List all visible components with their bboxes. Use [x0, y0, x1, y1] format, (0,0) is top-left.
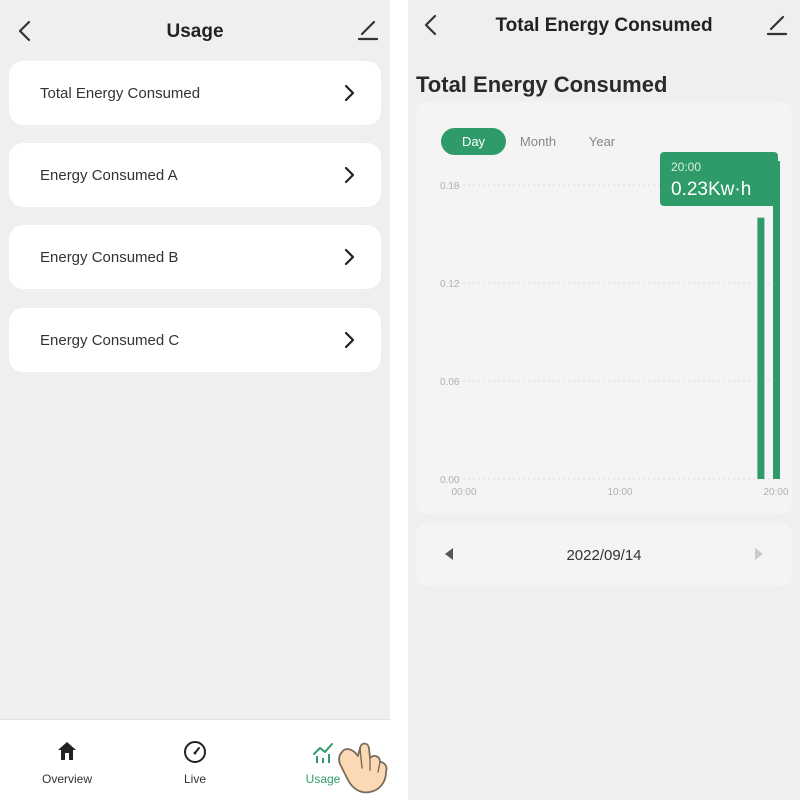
- tab-label: Live: [183, 772, 206, 786]
- tab-live[interactable]: Live: [140, 720, 250, 800]
- page-title: Total Energy Consumed: [416, 72, 668, 97]
- x-tick-label: 00:00: [451, 487, 476, 498]
- chevron-right-icon: [344, 166, 355, 184]
- energy-bar-chart: 0.00 0.06 0.12 0.18 00:00 10:00 20:00 20:00 0.23…: [440, 152, 789, 498]
- y-tick-label: 0.18: [440, 181, 460, 192]
- date-navigator: 2022/09/14: [416, 523, 792, 587]
- usage-chart-icon: [313, 743, 333, 763]
- detail-header: Total Energy Consumed: [408, 0, 800, 60]
- list-item-label: Energy Consumed C: [40, 332, 180, 349]
- next-date-arrow-icon[interactable]: [754, 547, 764, 561]
- edit-pencil-icon[interactable]: [765, 11, 789, 37]
- y-tick-label: 0.06: [440, 377, 460, 388]
- chevron-right-icon: [344, 331, 355, 349]
- chevron-right-icon: [344, 84, 355, 102]
- page-title: Usage: [166, 21, 224, 42]
- usage-screen: Usage Total Energy Consumed Energy Consu…: [0, 0, 390, 800]
- edit-pencil-icon[interactable]: [356, 16, 380, 42]
- chevron-right-icon: [344, 248, 355, 266]
- tap-hand-icon: [338, 742, 388, 794]
- chart-bar: [757, 217, 765, 479]
- gauge-icon: [184, 741, 206, 763]
- bottom-tab-bar: Overview Live Usage: [0, 719, 390, 800]
- list-item-total-energy[interactable]: Total Energy Consumed: [9, 61, 381, 125]
- list-item-label: Total Energy Consumed: [40, 85, 201, 102]
- tooltip-value: 0.23Kw·h: [671, 179, 751, 200]
- usage-header: Usage: [0, 0, 390, 60]
- list-item-energy-b[interactable]: Energy Consumed B: [9, 225, 381, 289]
- y-tick-label: 0.12: [440, 279, 460, 290]
- x-tick-label: 20:00: [763, 487, 788, 498]
- y-tick-label: 0.00: [440, 475, 460, 486]
- header-title: Total Energy Consumed: [495, 15, 713, 36]
- chart-bar: [773, 161, 780, 479]
- list-item-label: Energy Consumed A: [40, 167, 178, 184]
- selected-date: 2022/09/14: [566, 547, 642, 564]
- list-item-energy-c[interactable]: Energy Consumed C: [9, 308, 381, 372]
- energy-detail-screen: Total Energy Consumed Total Energy Consu…: [408, 0, 800, 800]
- list-item-label: Energy Consumed B: [40, 249, 179, 266]
- list-item-energy-a[interactable]: Energy Consumed A: [9, 143, 381, 207]
- tab-label: Overview: [41, 772, 92, 786]
- chart-card: Day Month Year 0.00 0.06 0.12 0.18 00:00 10:0…: [416, 101, 792, 515]
- x-tick-label: 10:00: [607, 487, 632, 498]
- home-icon: [58, 742, 76, 760]
- tooltip-time: 20:00: [671, 160, 701, 174]
- tab-overview[interactable]: Overview: [12, 720, 122, 800]
